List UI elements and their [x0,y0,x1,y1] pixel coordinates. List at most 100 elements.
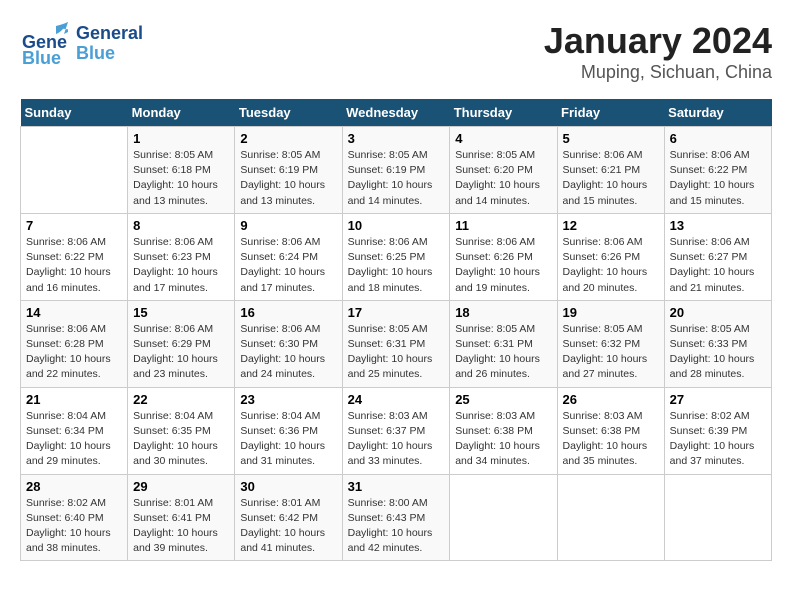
calendar-cell: 19 Sunrise: 8:05 AM Sunset: 6:32 PM Dayli… [557,300,664,387]
calendar-cell: 23 Sunrise: 8:04 AM Sunset: 6:36 PM Dayli… [235,387,342,474]
day-header: Saturday [664,99,771,127]
calendar-cell: 30 Sunrise: 8:01 AM Sunset: 6:42 PM Dayli… [235,474,342,561]
day-number: 22 [133,392,229,407]
day-number: 8 [133,218,229,233]
day-header: Monday [128,99,235,127]
day-info: Sunrise: 8:01 AM Sunset: 6:42 PM Dayligh… [240,496,336,557]
day-info: Sunrise: 8:06 AM Sunset: 6:22 PM Dayligh… [26,235,122,296]
day-number: 18 [455,305,551,320]
day-number: 6 [670,131,766,146]
day-header: Wednesday [342,99,450,127]
day-info: Sunrise: 8:06 AM Sunset: 6:27 PM Dayligh… [670,235,766,296]
day-info: Sunrise: 8:06 AM Sunset: 6:28 PM Dayligh… [26,322,122,383]
day-number: 30 [240,479,336,494]
day-info: Sunrise: 8:04 AM Sunset: 6:36 PM Dayligh… [240,409,336,470]
day-number: 16 [240,305,336,320]
day-info: Sunrise: 8:03 AM Sunset: 6:38 PM Dayligh… [455,409,551,470]
day-number: 10 [348,218,445,233]
day-number: 4 [455,131,551,146]
day-number: 2 [240,131,336,146]
day-info: Sunrise: 8:05 AM Sunset: 6:19 PM Dayligh… [348,148,445,209]
calendar-cell: 15 Sunrise: 8:06 AM Sunset: 6:29 PM Dayli… [128,300,235,387]
calendar-cell: 27 Sunrise: 8:02 AM Sunset: 6:39 PM Dayli… [664,387,771,474]
day-header: Tuesday [235,99,342,127]
day-info: Sunrise: 8:06 AM Sunset: 6:25 PM Dayligh… [348,235,445,296]
day-number: 21 [26,392,122,407]
day-info: Sunrise: 8:02 AM Sunset: 6:40 PM Dayligh… [26,496,122,557]
calendar-cell [664,474,771,561]
day-number: 27 [670,392,766,407]
day-info: Sunrise: 8:03 AM Sunset: 6:37 PM Dayligh… [348,409,445,470]
calendar-cell: 4 Sunrise: 8:05 AM Sunset: 6:20 PM Daylig… [450,127,557,214]
day-number: 13 [670,218,766,233]
day-number: 14 [26,305,122,320]
calendar-cell: 22 Sunrise: 8:04 AM Sunset: 6:35 PM Dayli… [128,387,235,474]
calendar-cell: 8Sunrise: 8:06 AM Sunset: 6:23 PM Daylig… [128,213,235,300]
day-number: 19 [563,305,659,320]
page-title: January 2024 [544,20,772,62]
day-info: Sunrise: 8:02 AM Sunset: 6:39 PM Dayligh… [670,409,766,470]
calendar-cell: 7 Sunrise: 8:06 AM Sunset: 6:22 PM Daylig… [21,213,128,300]
calendar-body: 1Sunrise: 8:05 AM Sunset: 6:18 PM Daylig… [21,127,772,561]
calendar-cell: 14 Sunrise: 8:06 AM Sunset: 6:28 PM Dayli… [21,300,128,387]
calendar-cell: 6 Sunrise: 8:06 AM Sunset: 6:22 PM Daylig… [664,127,771,214]
day-info: Sunrise: 8:05 AM Sunset: 6:33 PM Dayligh… [670,322,766,383]
day-info: Sunrise: 8:05 AM Sunset: 6:32 PM Dayligh… [563,322,659,383]
calendar-cell: 31Sunrise: 8:00 AM Sunset: 6:43 PM Dayli… [342,474,450,561]
day-number: 29 [133,479,229,494]
day-number: 12 [563,218,659,233]
calendar-cell: 3Sunrise: 8:05 AM Sunset: 6:19 PM Daylig… [342,127,450,214]
calendar-cell: 26Sunrise: 8:03 AM Sunset: 6:38 PM Dayli… [557,387,664,474]
calendar-table: SundayMondayTuesdayWednesdayThursdayFrid… [20,99,772,561]
day-number: 5 [563,131,659,146]
calendar-cell: 10 Sunrise: 8:06 AM Sunset: 6:25 PM Dayli… [342,213,450,300]
calendar-week-row: 14 Sunrise: 8:06 AM Sunset: 6:28 PM Dayli… [21,300,772,387]
calendar-cell: 24 Sunrise: 8:03 AM Sunset: 6:37 PM Dayli… [342,387,450,474]
calendar-week-row: 7 Sunrise: 8:06 AM Sunset: 6:22 PM Daylig… [21,213,772,300]
calendar-cell: 18Sunrise: 8:05 AM Sunset: 6:31 PM Dayli… [450,300,557,387]
day-header: Friday [557,99,664,127]
day-info: Sunrise: 8:04 AM Sunset: 6:35 PM Dayligh… [133,409,229,470]
day-number: 7 [26,218,122,233]
calendar-cell: 16 Sunrise: 8:06 AM Sunset: 6:30 PM Dayli… [235,300,342,387]
calendar-cell: 20 Sunrise: 8:05 AM Sunset: 6:33 PM Dayli… [664,300,771,387]
day-number: 24 [348,392,445,407]
day-number: 15 [133,305,229,320]
calendar-week-row: 1Sunrise: 8:05 AM Sunset: 6:18 PM Daylig… [21,127,772,214]
day-number: 28 [26,479,122,494]
calendar-cell: 5Sunrise: 8:06 AM Sunset: 6:21 PM Daylig… [557,127,664,214]
calendar-cell: 13 Sunrise: 8:06 AM Sunset: 6:27 PM Dayli… [664,213,771,300]
calendar-cell: 12 Sunrise: 8:06 AM Sunset: 6:26 PM Dayli… [557,213,664,300]
day-header: Sunday [21,99,128,127]
day-number: 20 [670,305,766,320]
calendar-cell: 11 Sunrise: 8:06 AM Sunset: 6:26 PM Dayli… [450,213,557,300]
day-info: Sunrise: 8:06 AM Sunset: 6:26 PM Dayligh… [563,235,659,296]
day-header: Thursday [450,99,557,127]
logo-line2: Blue [76,44,143,64]
day-info: Sunrise: 8:05 AM Sunset: 6:19 PM Dayligh… [240,148,336,209]
calendar-cell: 29Sunrise: 8:01 AM Sunset: 6:41 PM Dayli… [128,474,235,561]
calendar-cell: 2 Sunrise: 8:05 AM Sunset: 6:19 PM Daylig… [235,127,342,214]
day-number: 1 [133,131,229,146]
day-info: Sunrise: 8:06 AM Sunset: 6:30 PM Dayligh… [240,322,336,383]
day-number: 9 [240,218,336,233]
day-number: 31 [348,479,445,494]
day-info: Sunrise: 8:06 AM Sunset: 6:22 PM Dayligh… [670,148,766,209]
calendar-cell: 1Sunrise: 8:05 AM Sunset: 6:18 PM Daylig… [128,127,235,214]
calendar-week-row: 21 Sunrise: 8:04 AM Sunset: 6:34 PM Dayli… [21,387,772,474]
day-number: 11 [455,218,551,233]
calendar-cell [21,127,128,214]
day-info: Sunrise: 8:05 AM Sunset: 6:31 PM Dayligh… [348,322,445,383]
day-info: Sunrise: 8:05 AM Sunset: 6:20 PM Dayligh… [455,148,551,209]
day-number: 26 [563,392,659,407]
calendar-cell: 25Sunrise: 8:03 AM Sunset: 6:38 PM Dayli… [450,387,557,474]
day-info: Sunrise: 8:04 AM Sunset: 6:34 PM Dayligh… [26,409,122,470]
day-info: Sunrise: 8:06 AM Sunset: 6:26 PM Dayligh… [455,235,551,296]
day-info: Sunrise: 8:06 AM Sunset: 6:29 PM Dayligh… [133,322,229,383]
logo-line1: General [76,24,143,44]
calendar-cell: 28 Sunrise: 8:02 AM Sunset: 6:40 PM Dayli… [21,474,128,561]
day-number: 23 [240,392,336,407]
title-block: January 2024 Muping, Sichuan, China [544,20,772,83]
day-info: Sunrise: 8:06 AM Sunset: 6:24 PM Dayligh… [240,235,336,296]
page-header: General Blue General Blue January 2024 M… [20,20,772,83]
